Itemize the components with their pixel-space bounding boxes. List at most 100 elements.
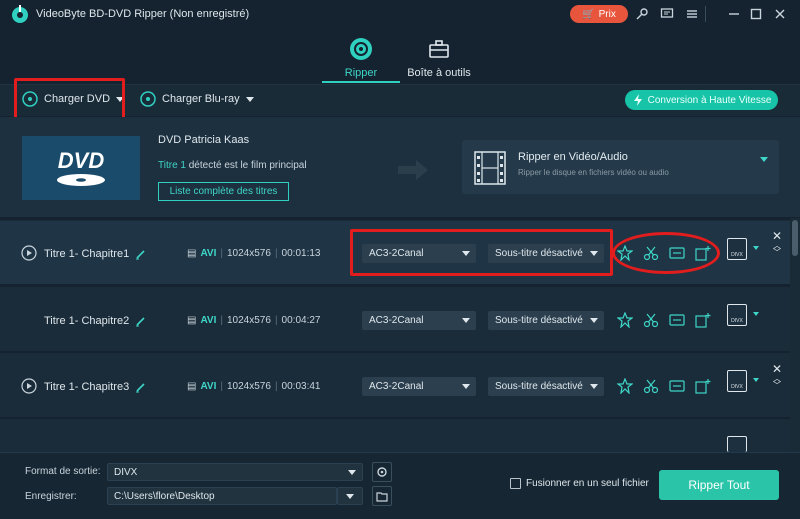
magic-wand-icon[interactable]	[617, 378, 633, 394]
lightning-icon	[633, 94, 642, 106]
load-bluray-button[interactable]: Charger Blu-ray	[140, 91, 254, 107]
chevron-down-icon	[245, 96, 254, 102]
load-bluray-label: Charger Blu-ray	[162, 93, 240, 105]
chevron-down-icon[interactable]	[753, 312, 759, 316]
merge-label: Fusionner en un seul fichier	[526, 478, 649, 489]
scrollbar-thumb[interactable]	[792, 220, 798, 256]
minimize-icon[interactable]	[726, 6, 742, 22]
play-icon[interactable]	[21, 378, 37, 394]
full-title-list-button[interactable]: Liste complète des titres	[158, 182, 289, 201]
edit-tools	[617, 312, 711, 328]
scissors-icon[interactable]	[643, 378, 659, 394]
disc-rip-icon	[350, 38, 372, 60]
merge-add-icon[interactable]	[695, 312, 711, 328]
menu-icon[interactable]	[684, 6, 700, 22]
resolution-text: 1024x576	[227, 381, 271, 392]
key-icon[interactable]	[634, 6, 650, 22]
gear-icon	[377, 467, 387, 477]
output-format-icon[interactable]: DIVX	[727, 238, 747, 260]
chevron-down-icon[interactable]	[753, 246, 759, 250]
title-name: Titre 1- Chapitre2	[44, 315, 146, 327]
rip-mode-subtitle: Ripper le disque en fichiers vidéo ou au…	[518, 168, 669, 177]
output-format-value: DIVX	[114, 466, 138, 478]
save-path-input[interactable]: C:\Users\flore\Desktop	[107, 487, 337, 505]
title-name-text: Titre 1- Chapitre1	[44, 248, 130, 260]
chevron-down-icon	[590, 384, 598, 389]
output-format-select[interactable]: DIVX	[107, 463, 363, 481]
folder-icon	[376, 491, 388, 502]
format-text: AVI	[200, 381, 217, 392]
reorder-icon[interactable]: ︿ ﹀	[773, 242, 781, 257]
merge-option[interactable]: Fusionner en un seul fichier	[510, 478, 649, 489]
audio-track-select[interactable]: AC3-2Canal	[362, 311, 476, 330]
output-format-label: DIVX	[731, 318, 743, 324]
edit-pencil-icon[interactable]	[135, 316, 146, 327]
chevron-down-icon	[590, 318, 598, 323]
scissors-icon[interactable]	[643, 312, 659, 328]
title-format-info: ▤ AVI | 1024x576 | 00:04:27	[187, 315, 321, 326]
reorder-icon[interactable]: ︿ ﹀	[773, 375, 781, 390]
tab-ripper[interactable]: Ripper	[321, 28, 401, 84]
tab-toolbox[interactable]: Boîte à outils	[399, 28, 479, 84]
highlight-oval-tools	[612, 232, 720, 274]
audio-track-select[interactable]: AC3-2Canal	[362, 377, 476, 396]
chevron-down-icon	[348, 469, 356, 475]
format-settings-button[interactable]	[372, 462, 392, 482]
rip-all-button[interactable]: Ripper Tout	[659, 470, 779, 500]
chevron-down-icon	[346, 493, 354, 499]
edit-pencil-icon[interactable]	[135, 382, 146, 393]
duration-text: 00:03:41	[281, 381, 321, 392]
output-format-label: Format de sortie:	[25, 466, 101, 477]
format-text: AVI	[200, 248, 217, 259]
highlight-box-load-dvd	[14, 78, 125, 120]
chevron-down-icon[interactable]	[753, 378, 759, 382]
output-format-icon[interactable]: DIVX	[727, 304, 747, 326]
main-tabs: Ripper Boîte à outils	[0, 28, 800, 84]
tab-toolbox-label: Boîte à outils	[407, 67, 471, 79]
subtitle-select[interactable]: Sous-titre désactivé	[488, 311, 604, 330]
magic-wand-icon[interactable]	[617, 312, 633, 328]
hq-conversion-button[interactable]: Conversion à Haute Vitesse	[625, 90, 778, 110]
title-name-text: Titre 1- Chapitre3	[44, 381, 130, 393]
price-button[interactable]: 🛒 Prix	[570, 5, 628, 23]
close-icon[interactable]	[772, 6, 788, 22]
merge-add-icon[interactable]	[695, 378, 711, 394]
bluray-disc-icon	[140, 91, 156, 107]
resolution-text: 1024x576	[227, 248, 271, 259]
rip-mode-title: Ripper en Vidéo/Audio	[518, 151, 628, 163]
feedback-icon[interactable]	[659, 6, 675, 22]
open-folder-button[interactable]	[372, 486, 392, 506]
cart-icon: 🛒	[582, 8, 595, 20]
merge-checkbox[interactable]	[510, 478, 521, 489]
save-path-dropdown[interactable]	[337, 487, 363, 505]
duration-text: 00:04:27	[281, 315, 321, 326]
source-title: DVD Patricia Kaas	[158, 134, 250, 146]
title-row[interactable]	[0, 419, 790, 452]
arrow-right-icon	[398, 160, 428, 180]
duration-text: 00:01:13	[281, 248, 321, 259]
rip-mode-dropdown[interactable]	[462, 140, 779, 194]
toolbox-icon	[429, 40, 449, 58]
subtitle-edit-icon[interactable]	[669, 378, 685, 394]
app-logo-icon	[12, 5, 28, 23]
dvd-logo-icon: DVD	[57, 148, 105, 186]
subtitle-edit-icon[interactable]	[669, 312, 685, 328]
subtitle-select[interactable]: Sous-titre désactivé	[488, 377, 604, 396]
main-title-link[interactable]: Titre 1	[158, 160, 186, 171]
output-format-icon[interactable]: DIVX	[727, 370, 747, 392]
hq-conversion-label: Conversion à Haute Vitesse	[647, 94, 772, 106]
app-title: VideoByte BD-DVD Ripper (Non enregistré)	[36, 8, 250, 20]
film-strip-icon	[474, 151, 506, 185]
output-format-icon[interactable]	[727, 436, 747, 452]
dvd-thumbnail: DVD	[22, 136, 140, 200]
chevron-down-icon	[462, 384, 470, 389]
edit-pencil-icon[interactable]	[135, 249, 146, 260]
maximize-icon[interactable]	[748, 6, 764, 22]
resolution-text: 1024x576	[227, 315, 271, 326]
divider	[705, 6, 706, 22]
title-format-info: ▤ AVI | 1024x576 | 00:03:41	[187, 381, 321, 392]
edit-tools	[617, 378, 711, 394]
svg-text:DVD: DVD	[58, 148, 105, 173]
play-icon[interactable]	[21, 245, 37, 261]
chevron-down-icon	[462, 318, 470, 323]
